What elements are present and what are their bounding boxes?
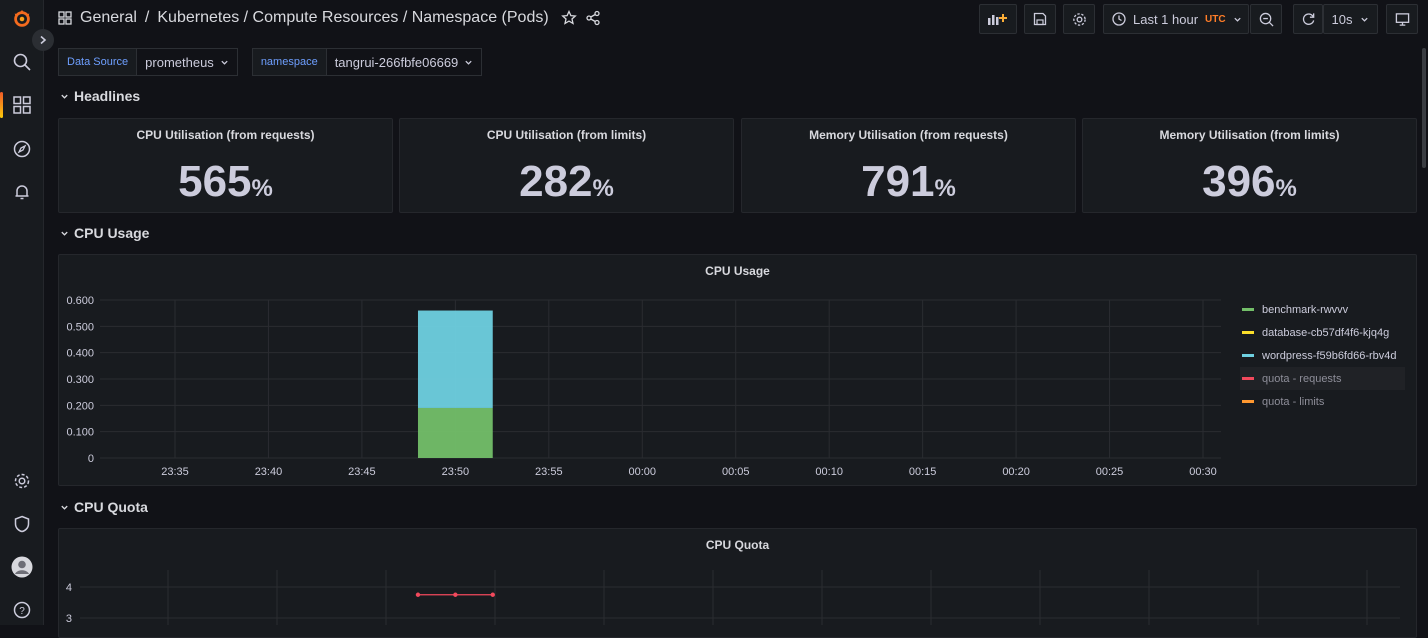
cpu-quota-chart: 34 <box>66 570 1400 625</box>
series-point <box>415 592 421 597</box>
y-tick-label: 3 <box>66 613 72 625</box>
series-point <box>490 592 495 597</box>
y-tick-label: 4 <box>66 582 72 594</box>
chevron-right-icon <box>40 35 47 45</box>
page-scrollbar[interactable] <box>1422 48 1426 168</box>
expand-nav-button[interactable] <box>32 29 54 51</box>
series-point <box>453 592 458 597</box>
